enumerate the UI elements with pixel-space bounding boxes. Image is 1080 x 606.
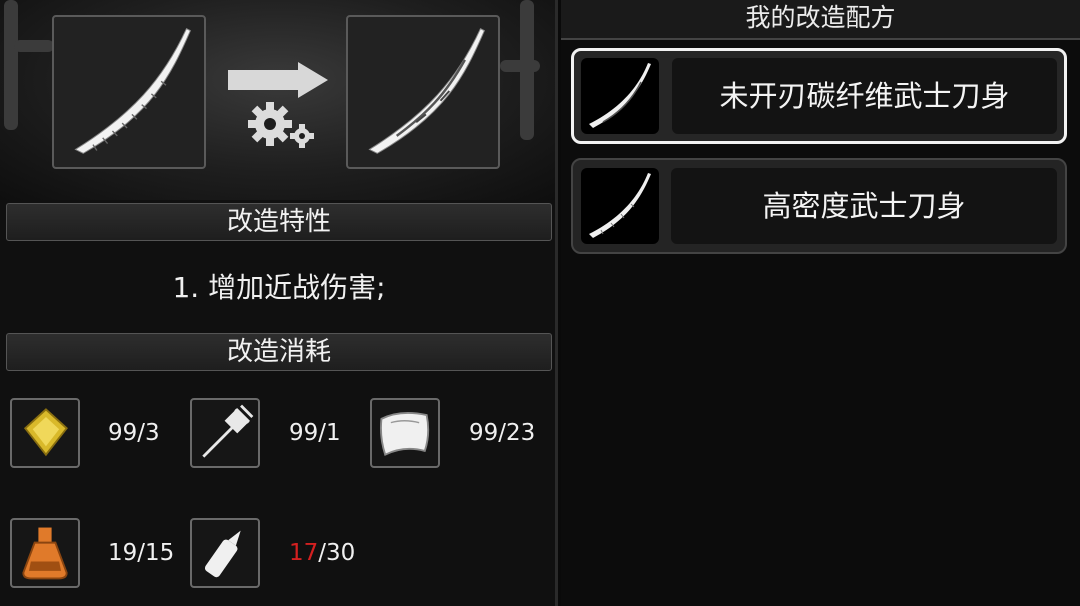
carbon-katana-blade-icon [589, 63, 651, 128]
drill-part-icon [202, 404, 254, 458]
gold-plate-icon [23, 408, 68, 457]
result-item-slot[interactable] [346, 15, 500, 169]
katana-blade-icon [74, 28, 191, 154]
modification-panel: 改造特性 1. 增加近战伤害; 改造消耗 99/3 99/1 99/23 19/… [0, 0, 558, 606]
recipe-name: 未开刃碳纤维武士刀身 [672, 58, 1057, 134]
chemical-flask-icon [22, 527, 68, 580]
material-slot[interactable] [10, 518, 80, 588]
recipe-name: 高密度武士刀身 [671, 168, 1057, 244]
cloth-icon [380, 412, 430, 457]
material-slot[interactable] [190, 398, 260, 468]
material-count: 17/30 [289, 540, 356, 566]
cost-header: 改造消耗 [6, 333, 552, 371]
source-item-slot[interactable] [52, 15, 206, 169]
recipe-list-title: 我的改造配方 [561, 0, 1080, 40]
carbon-katana-blade-icon [368, 28, 485, 154]
material-count: 99/3 [108, 420, 160, 446]
material-slot[interactable] [10, 398, 80, 468]
material-count: 19/15 [108, 540, 175, 566]
trait-line: 1. 增加近战伤害; [172, 271, 386, 304]
recipe-panel: 我的改造配方 未开刃碳纤维武士刀身 高密度武士刀身 [561, 0, 1080, 606]
material-slot[interactable] [190, 518, 260, 588]
traits-header: 改造特性 [6, 203, 552, 241]
material-slot[interactable] [370, 398, 440, 468]
recipe-item[interactable]: 未开刃碳纤维武士刀身 [571, 48, 1067, 144]
katana-blade-icon [589, 173, 651, 238]
recipe-thumb [581, 58, 659, 134]
glue-bottle-icon [204, 530, 241, 578]
recipe-item[interactable]: 高密度武士刀身 [571, 158, 1067, 254]
recipe-thumb [581, 168, 659, 244]
modify-arrow-gear-icon [228, 62, 328, 148]
material-count: 99/23 [469, 420, 536, 446]
material-count: 99/1 [289, 420, 341, 446]
